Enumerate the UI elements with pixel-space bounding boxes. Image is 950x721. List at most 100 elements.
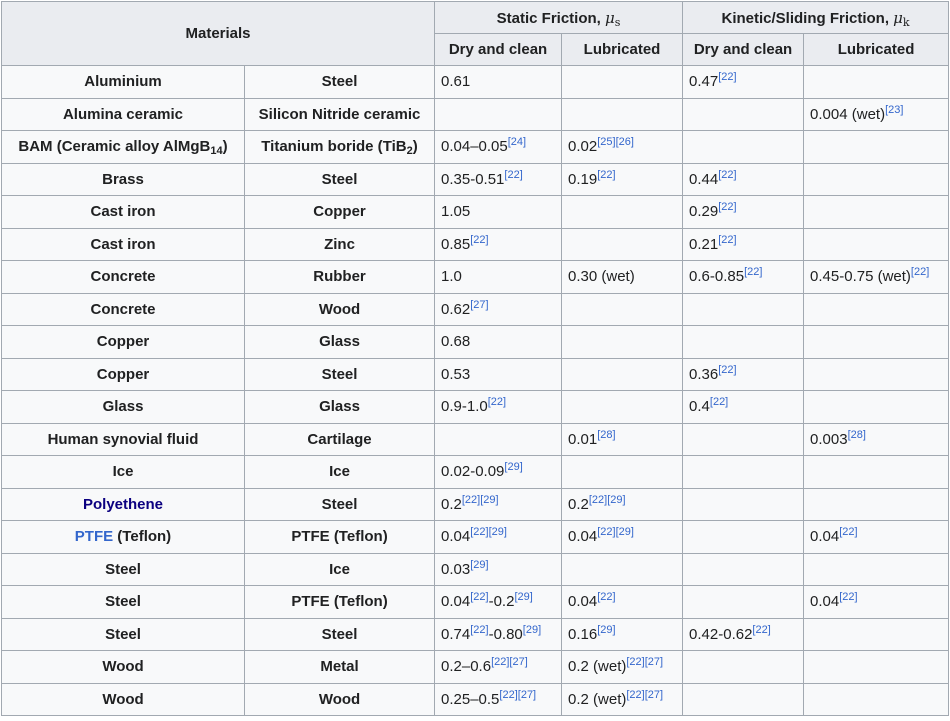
static-lubricated-value: [561, 552, 684, 586]
kinetic-dry-value: [682, 650, 805, 684]
citation-link[interactable]: [22]: [710, 396, 728, 408]
table-row: Aluminium Steel 0.61 0.47[22]: [1, 65, 950, 99]
table-row: Wood Metal 0.2–0.6[22][27] 0.2 (wet)[22][27…: [1, 650, 950, 684]
citation-link[interactable]: [29]: [470, 559, 488, 571]
static-dry-value: 0.53: [434, 357, 563, 391]
kinetic-lubricated-value: [803, 325, 950, 359]
citation-link[interactable]: [29]: [504, 461, 522, 473]
citation-link[interactable]: [22]: [462, 494, 480, 506]
static-lubricated-value: [561, 390, 684, 424]
kinetic-lubricated-value: [803, 195, 950, 229]
citation-link[interactable]: [22]: [499, 689, 517, 701]
material-2: Zinc: [243, 227, 436, 261]
citation-link[interactable]: [29]: [616, 526, 634, 538]
citation-link[interactable]: [22]: [752, 624, 770, 636]
material-2: Metal: [243, 650, 436, 684]
table-row: Polyethene Steel 0.2[22][29] 0.2[22][29]: [1, 487, 950, 521]
citation-link[interactable]: [29]: [489, 526, 507, 538]
table-row: BAM (Ceramic alloy AlMgB14) Titanium bori…: [1, 130, 950, 164]
kinetic-dry-header: Dry and clean: [682, 33, 805, 66]
citation-link[interactable]: [22]: [589, 494, 607, 506]
citation-link[interactable]: [22]: [470, 591, 488, 603]
citation-link[interactable]: [22]: [626, 689, 644, 701]
material-1: Wood: [1, 682, 245, 716]
citation-link[interactable]: [22]: [470, 526, 488, 538]
material-2: Steel: [243, 162, 436, 196]
citation-link[interactable]: [22]: [911, 266, 929, 278]
table-row: Concrete Rubber 1.0 0.30 (wet) 0.6-0.85[22] 0…: [1, 260, 950, 294]
static-lubricated-value: [561, 97, 684, 131]
citation-link[interactable]: [29]: [514, 591, 532, 603]
static-lubricated-value: 0.01[28]: [561, 422, 684, 456]
kinetic-lubricated-value: 0.003[28]: [803, 422, 950, 456]
material-1: Steel: [1, 617, 245, 651]
citation-link[interactable]: [22]: [718, 71, 736, 83]
static-dry-value: 0.04[22]-0.2[29]: [434, 585, 563, 619]
material-link[interactable]: PTFE: [75, 528, 113, 545]
citation-link[interactable]: [29]: [607, 494, 625, 506]
material-1: Steel: [1, 585, 245, 619]
table-row: Human synovial fluid Cartilage 0.01[28] 0.0…: [1, 422, 950, 456]
citation-link[interactable]: [22]: [488, 396, 506, 408]
material-2: Rubber: [243, 260, 436, 294]
citation-link[interactable]: [22]: [504, 169, 522, 181]
material-1: Aluminium: [1, 65, 245, 99]
kinetic-lubricated-value: [803, 390, 950, 424]
citation-link[interactable]: [22]: [470, 624, 488, 636]
kinetic-lubricated-value: [803, 682, 950, 716]
citation-link[interactable]: [29]: [597, 624, 615, 636]
citation-link[interactable]: [22]: [491, 656, 509, 668]
kinetic-dry-value: [682, 422, 805, 456]
citation-link[interactable]: [23]: [885, 104, 903, 116]
kinetic-lubricated-value: [803, 650, 950, 684]
citation-link[interactable]: [22]: [597, 169, 615, 181]
static-friction-header: Static Friction, μs: [434, 1, 684, 34]
citation-link[interactable]: [27]: [518, 689, 536, 701]
citation-link[interactable]: [28]: [597, 429, 615, 441]
citation-link[interactable]: [29]: [480, 494, 498, 506]
citation-link[interactable]: [22]: [839, 526, 857, 538]
static-dry-value: 1.0: [434, 260, 563, 294]
citation-link[interactable]: [25]: [597, 136, 615, 148]
material-link[interactable]: Polyethene: [83, 496, 163, 513]
citation-link[interactable]: [29]: [523, 624, 541, 636]
kinetic-dry-value: [682, 585, 805, 619]
material-1: Alumina ceramic: [1, 97, 245, 131]
material-2: Silicon Nitride ceramic: [243, 97, 436, 131]
citation-link[interactable]: [22]: [626, 656, 644, 668]
table-row: Copper Steel 0.53 0.36[22]: [1, 357, 950, 391]
citation-link[interactable]: [27]: [645, 689, 663, 701]
citation-link[interactable]: [22]: [470, 234, 488, 246]
material-1: Copper: [1, 357, 245, 391]
static-dry-value: [434, 97, 563, 131]
citation-link[interactable]: [28]: [848, 429, 866, 441]
citation-link[interactable]: [24]: [508, 136, 526, 148]
citation-link[interactable]: [27]: [470, 299, 488, 311]
table-row: Steel Steel 0.74[22]-0.80[29] 0.16[29] 0.42-…: [1, 617, 950, 651]
citation-link[interactable]: [22]: [597, 591, 615, 603]
static-lubricated-value: 0.30 (wet): [561, 260, 684, 294]
citation-link[interactable]: [22]: [718, 234, 736, 246]
citation-link[interactable]: [27]: [645, 656, 663, 668]
table-row: Copper Glass 0.68: [1, 325, 950, 359]
kinetic-dry-value: [682, 487, 805, 521]
static-lubricated-value: [561, 325, 684, 359]
citation-link[interactable]: [22]: [597, 526, 615, 538]
kinetic-lubricated-value: [803, 455, 950, 489]
citation-link[interactable]: [22]: [718, 169, 736, 181]
kinetic-lubricated-value: [803, 130, 950, 164]
material-2: Copper: [243, 195, 436, 229]
static-lubricated-value: [561, 292, 684, 326]
citation-link[interactable]: [27]: [509, 656, 527, 668]
table-row: Cast iron Zinc 0.85[22] 0.21[22]: [1, 227, 950, 261]
static-lubricated-value: [561, 357, 684, 391]
static-dry-value: 0.25–0.5[22][27]: [434, 682, 563, 716]
citation-link[interactable]: [22]: [718, 364, 736, 376]
kinetic-dry-value: 0.36[22]: [682, 357, 805, 391]
material-2: Titanium boride (TiB2): [243, 130, 436, 164]
citation-link[interactable]: [26]: [616, 136, 634, 148]
citation-link[interactable]: [22]: [744, 266, 762, 278]
static-dry-header: Dry and clean: [434, 33, 563, 66]
citation-link[interactable]: [22]: [718, 201, 736, 213]
citation-link[interactable]: [22]: [839, 591, 857, 603]
